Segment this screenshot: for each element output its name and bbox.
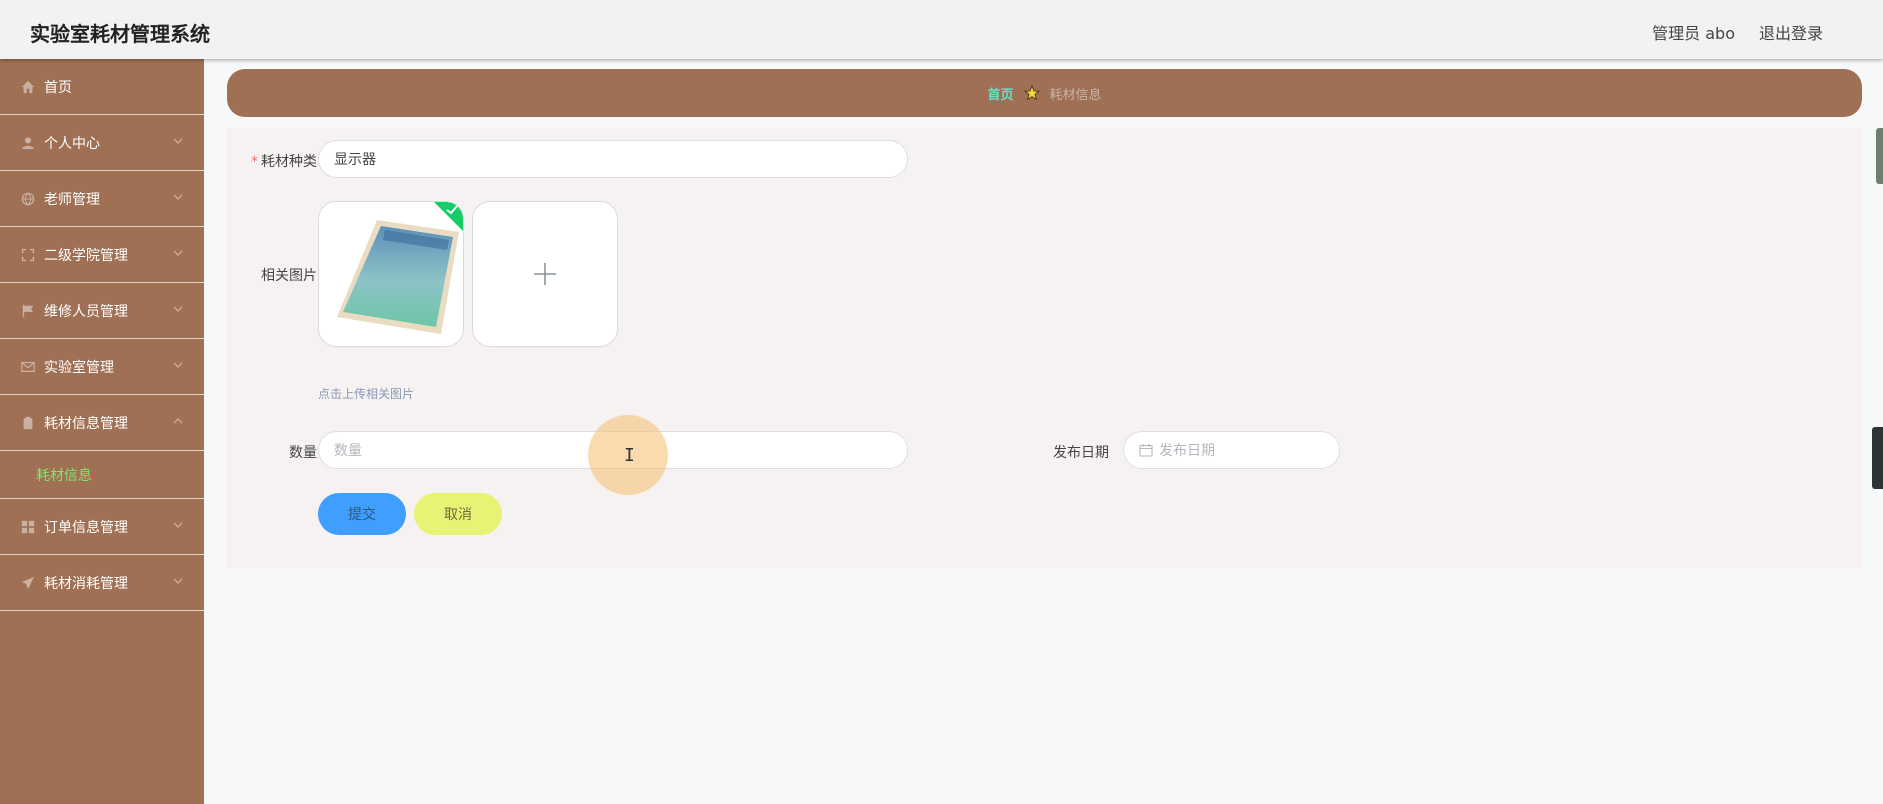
breadcrumb-home[interactable]: 首页 — [987, 84, 1013, 103]
user-icon — [20, 135, 36, 151]
sidebar-subitem-consumable-info[interactable]: 耗材信息 — [0, 451, 204, 499]
expand-icon — [20, 247, 36, 263]
sidebar-item-consumption[interactable]: 耗材消耗管理 — [0, 555, 204, 611]
grid-icon — [20, 519, 36, 535]
chevron-down-icon — [172, 303, 184, 315]
scrollbar-thumb[interactable] — [1876, 128, 1883, 184]
sidebar-item-consumables[interactable]: 耗材信息管理 — [0, 395, 204, 451]
sidebar: 首页 个人中心 老师管理 二级学院管理 维修人员管理 实验室管理 耗材信息管理 … — [0, 59, 204, 804]
consumable-form: * 耗材种类 显示器 相关图片 点击上传相关图片 数量 数量 发布日期 发布日期 … — [227, 128, 1862, 568]
sidebar-item-label: 首页 — [44, 79, 72, 96]
sidebar-item-teacher[interactable]: 老师管理 — [0, 171, 204, 227]
sidebar-item-orders[interactable]: 订单信息管理 — [0, 499, 204, 555]
home-icon — [20, 79, 36, 95]
category-label: * 耗材种类 — [251, 154, 317, 170]
mail-icon — [20, 359, 36, 375]
check-icon — [446, 205, 458, 215]
image-label: 相关图片 — [261, 268, 317, 284]
chevron-down-icon — [172, 519, 184, 531]
flag-icon — [20, 303, 36, 319]
upload-tip: 点击上传相关图片 — [318, 387, 415, 401]
upload-add-button[interactable] — [472, 201, 618, 347]
date-placeholder: 发布日期 — [1159, 443, 1215, 459]
sidebar-item-personal-center[interactable]: 个人中心 — [0, 115, 204, 171]
sidebar-item-label: 耗材消耗管理 — [44, 575, 128, 592]
plus-icon — [534, 263, 556, 285]
sidebar-item-repair-staff[interactable]: 维修人员管理 — [0, 283, 204, 339]
chevron-up-icon — [172, 415, 184, 427]
globe-icon — [20, 191, 36, 207]
current-user[interactable]: 管理员 abo — [1652, 20, 1735, 44]
side-handle[interactable] — [1872, 427, 1883, 489]
chevron-down-icon — [172, 135, 184, 147]
sidebar-item-label: 耗材信息管理 — [44, 415, 128, 432]
clipboard-icon — [20, 415, 36, 431]
category-input[interactable]: 显示器 — [318, 140, 908, 178]
sidebar-item-label: 二级学院管理 — [44, 247, 128, 264]
send-icon — [20, 575, 36, 591]
sidebar-item-home[interactable]: 首页 — [0, 59, 204, 115]
sidebar-item-label: 维修人员管理 — [44, 303, 128, 320]
submit-button[interactable]: 提交 — [318, 493, 406, 535]
uploaded-image[interactable] — [318, 201, 464, 347]
calendar-icon — [1139, 444, 1153, 457]
sidebar-item-label: 订单信息管理 — [44, 519, 128, 536]
sidebar-item-lab[interactable]: 实验室管理 — [0, 339, 204, 395]
sidebar-item-label: 实验室管理 — [44, 359, 114, 376]
top-bar: 实验室耗材管理系统 管理员 abo 退出登录 — [0, 0, 1883, 59]
chevron-down-icon — [172, 247, 184, 259]
logout-link[interactable]: 退出登录 — [1759, 20, 1823, 44]
cancel-button[interactable]: 取消 — [414, 493, 502, 535]
breadcrumb: 首页 耗材信息 — [227, 69, 1862, 117]
sidebar-item-college[interactable]: 二级学院管理 — [0, 227, 204, 283]
user-area: 管理员 abo 退出登录 — [1652, 20, 1823, 44]
date-label: 发布日期 — [1053, 445, 1109, 461]
app-title: 实验室耗材管理系统 — [30, 22, 210, 46]
chevron-down-icon — [172, 191, 184, 203]
phone-image — [337, 220, 459, 334]
chevron-down-icon — [172, 359, 184, 371]
star-icon — [1023, 85, 1040, 101]
sidebar-item-label: 个人中心 — [44, 135, 100, 152]
breadcrumb-current: 耗材信息 — [1049, 87, 1102, 103]
date-picker[interactable]: 发布日期 — [1123, 431, 1340, 469]
chevron-down-icon — [172, 575, 184, 587]
sidebar-item-label: 老师管理 — [44, 191, 100, 208]
text-cursor-icon: I — [624, 445, 635, 466]
quantity-label: 数量 — [289, 445, 317, 461]
